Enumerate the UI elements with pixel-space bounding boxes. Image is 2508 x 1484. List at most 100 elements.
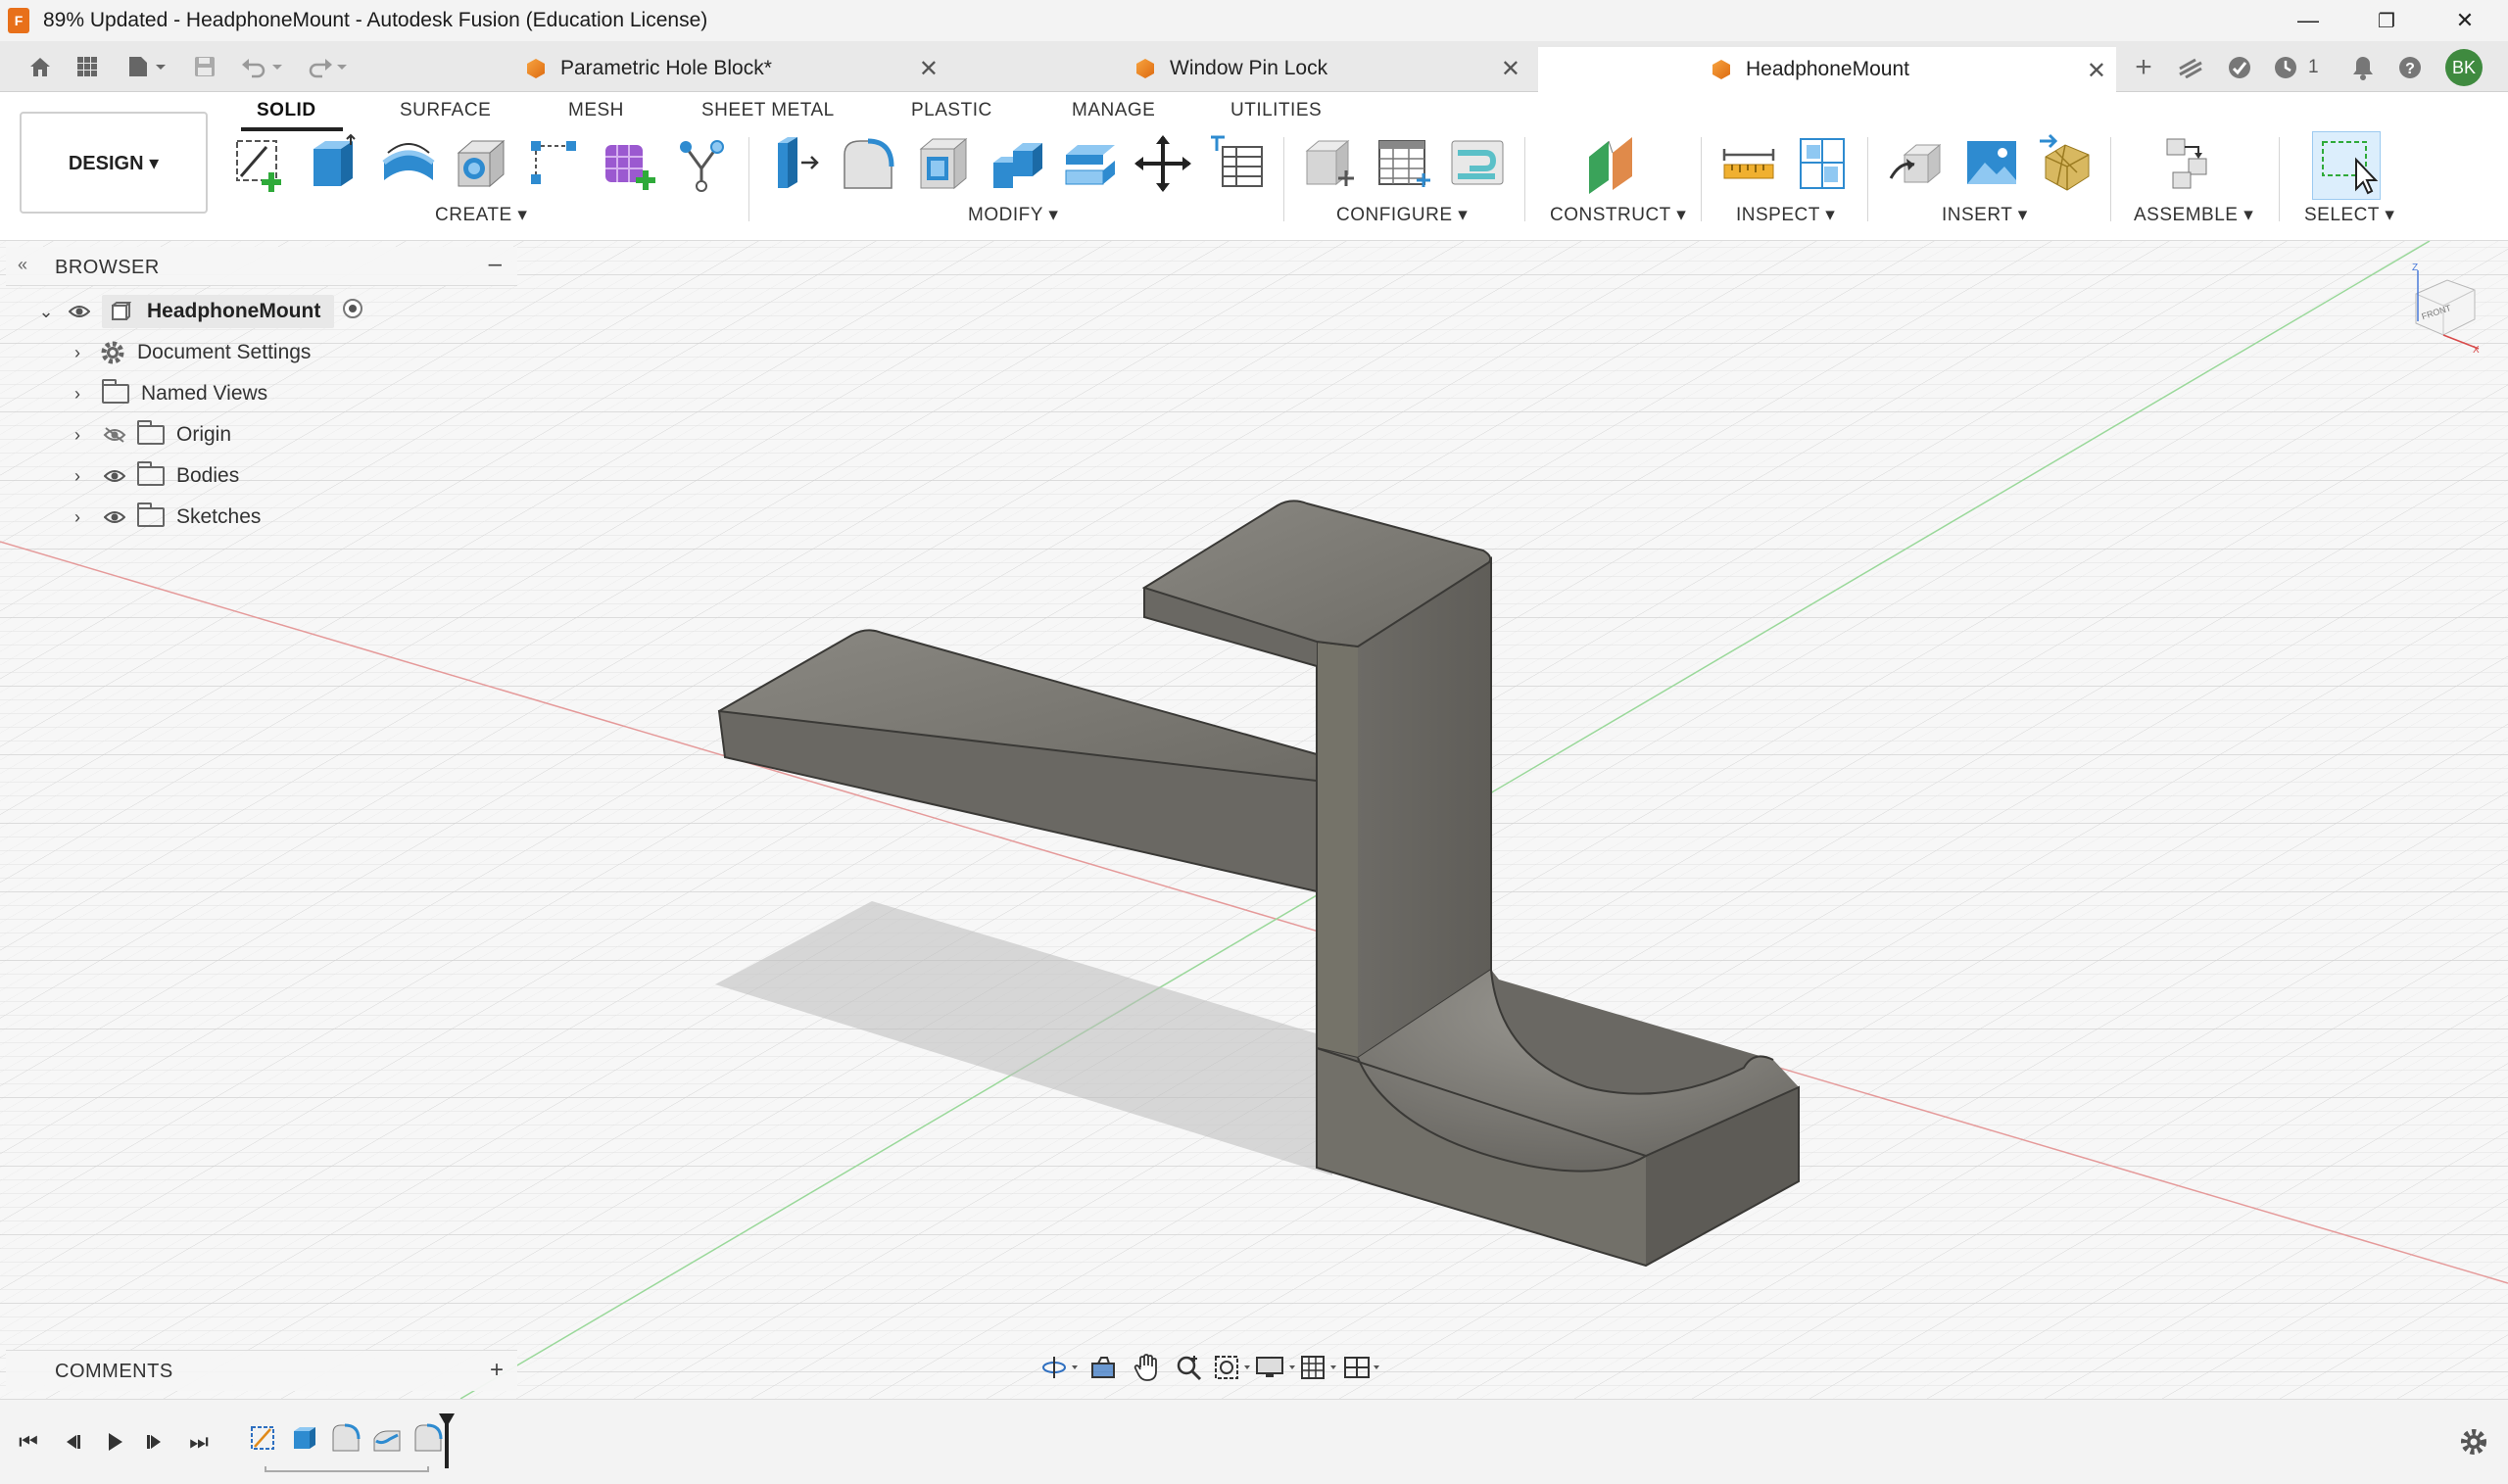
timeline-fillet2-feature-icon[interactable]: [370, 1421, 404, 1455]
configure-theme-icon[interactable]: [1448, 133, 1509, 194]
configure-table-icon[interactable]: [1299, 133, 1360, 194]
inspect-menu[interactable]: INSPECT ▾: [1736, 204, 1835, 226]
step-forward-icon[interactable]: [139, 1425, 172, 1459]
configure-rules-icon[interactable]: [1374, 133, 1434, 194]
close-tab-icon[interactable]: ✕: [2087, 57, 2106, 85]
visibility-hidden-eye-icon[interactable]: [100, 425, 129, 445]
construct-menu[interactable]: CONSTRUCT ▾: [1550, 204, 1686, 226]
redo-icon[interactable]: [304, 53, 351, 80]
select-menu[interactable]: SELECT ▾: [2304, 204, 2394, 226]
go-to-end-icon[interactable]: ⏭: [182, 1425, 216, 1459]
play-icon[interactable]: [98, 1425, 131, 1459]
job-status-button[interactable]: 1: [2273, 53, 2332, 82]
tab-plastic[interactable]: PLASTIC: [911, 100, 992, 121]
insert-derive-icon[interactable]: [1887, 133, 1948, 194]
change-parameters-icon[interactable]: [1207, 133, 1268, 194]
tab-utilities[interactable]: UTILITIES: [1230, 100, 1322, 121]
derive-icon[interactable]: [672, 133, 733, 194]
go-to-start-icon[interactable]: ⏮: [12, 1425, 45, 1459]
viewports-icon[interactable]: [1340, 1350, 1383, 1385]
tab-mesh[interactable]: MESH: [568, 100, 624, 121]
chevron-right-icon[interactable]: ›: [67, 507, 88, 528]
create-menu[interactable]: CREATE ▾: [435, 204, 527, 226]
workspace-switcher-button[interactable]: DESIGN ▾: [20, 112, 208, 214]
root-component-chip[interactable]: HeadphoneMount: [102, 295, 335, 328]
revolve-icon[interactable]: [378, 133, 439, 194]
insert-canvas-icon[interactable]: [1961, 133, 2022, 194]
modify-menu[interactable]: MODIFY ▾: [968, 204, 1058, 226]
tree-item-origin[interactable]: › Origin: [67, 415, 231, 455]
online-status-icon[interactable]: [2224, 53, 2255, 82]
timeline-settings-gear-icon[interactable]: [2457, 1425, 2490, 1459]
help-icon[interactable]: ?: [2394, 53, 2426, 82]
offset-face-icon[interactable]: [1060, 133, 1121, 194]
chevron-right-icon[interactable]: ›: [67, 466, 88, 487]
visibility-eye-icon[interactable]: [100, 507, 129, 527]
visibility-eye-icon[interactable]: [65, 302, 94, 321]
fillet-icon[interactable]: [839, 133, 899, 194]
create-form-icon[interactable]: [600, 133, 660, 194]
timeline-fillet-feature-icon[interactable]: [329, 1421, 362, 1455]
file-menu-icon[interactable]: [125, 53, 170, 80]
notifications-bell-icon[interactable]: [2347, 53, 2379, 82]
tab-manage[interactable]: MANAGE: [1072, 100, 1155, 121]
tab-solid[interactable]: SOLID: [257, 100, 316, 121]
chevron-down-icon[interactable]: ⌄: [35, 302, 57, 322]
user-avatar[interactable]: BK: [2445, 49, 2483, 86]
close-button[interactable]: ✕: [2430, 0, 2500, 41]
tree-item-bodies[interactable]: › Bodies: [67, 456, 239, 496]
timeline-sketch-feature-icon[interactable]: [247, 1421, 280, 1455]
add-comment-button[interactable]: +: [490, 1357, 504, 1384]
look-at-icon[interactable]: [1082, 1350, 1125, 1385]
tab-sheet-metal[interactable]: SHEET METAL: [701, 100, 835, 121]
tab-parametric-hole-block[interactable]: Parametric Hole Block* ✕: [507, 45, 948, 92]
insert-menu[interactable]: INSERT ▾: [1942, 204, 2028, 226]
browser-root-row[interactable]: ⌄ HeadphoneMount: [35, 292, 363, 331]
press-pull-icon[interactable]: [764, 133, 825, 194]
shell-icon[interactable]: [913, 133, 974, 194]
measure-icon[interactable]: [1718, 133, 1779, 194]
timeline-fillet3-feature-icon[interactable]: [411, 1421, 445, 1455]
restore-button[interactable]: ❐: [2351, 0, 2422, 41]
display-settings-icon[interactable]: [1254, 1350, 1297, 1385]
extensions-icon[interactable]: [2175, 53, 2206, 82]
pan-hand-icon[interactable]: [1125, 1350, 1168, 1385]
window-select-icon[interactable]: [2312, 131, 2381, 200]
timeline-extrude-feature-icon[interactable]: [288, 1421, 321, 1455]
chevron-right-icon[interactable]: ›: [67, 343, 88, 363]
view-cube[interactable]: Z X FRONT: [2402, 263, 2483, 356]
tab-headphonemount[interactable]: HeadphoneMount ✕: [1538, 45, 2116, 92]
create-sketch-icon[interactable]: [231, 133, 292, 194]
undo-icon[interactable]: [239, 53, 286, 80]
save-icon[interactable]: [190, 53, 219, 80]
visibility-eye-icon[interactable]: [100, 466, 129, 486]
chevron-right-icon[interactable]: ›: [67, 384, 88, 405]
fit-view-icon[interactable]: [1211, 1350, 1254, 1385]
step-back-icon[interactable]: [55, 1425, 88, 1459]
move-copy-icon[interactable]: [1133, 133, 1193, 194]
grid-settings-icon[interactable]: [1297, 1350, 1340, 1385]
close-tab-icon[interactable]: ✕: [1501, 55, 1520, 83]
tree-item-named-views[interactable]: › Named Views: [67, 374, 267, 413]
close-tab-icon[interactable]: ✕: [919, 55, 939, 83]
section-analysis-icon[interactable]: [1793, 133, 1854, 194]
configure-menu[interactable]: CONFIGURE ▾: [1336, 204, 1468, 226]
assemble-menu[interactable]: ASSEMBLE ▾: [2134, 204, 2253, 226]
new-tab-icon[interactable]: +: [2128, 51, 2159, 83]
chevron-right-icon[interactable]: ›: [67, 425, 88, 446]
data-panel-grid-icon[interactable]: [72, 53, 102, 80]
new-component-icon[interactable]: [2163, 133, 2224, 194]
home-icon[interactable]: [25, 53, 55, 80]
extrude-icon[interactable]: [304, 133, 364, 194]
zoom-icon[interactable]: [1168, 1350, 1211, 1385]
combine-icon[interactable]: [988, 133, 1048, 194]
collapse-panel-icon[interactable]: «: [18, 255, 27, 275]
tab-window-pin-lock[interactable]: Window Pin Lock ✕: [1117, 45, 1530, 92]
minimize-button[interactable]: —: [2273, 0, 2343, 41]
tree-item-document-settings[interactable]: › Document Settings: [67, 333, 311, 372]
offset-plane-icon[interactable]: [1583, 133, 1644, 194]
tree-item-sketches[interactable]: › Sketches: [67, 498, 261, 537]
hole-icon[interactable]: [451, 133, 511, 194]
browser-minimize-button[interactable]: –: [489, 251, 502, 278]
activate-radio-icon[interactable]: [342, 298, 363, 325]
